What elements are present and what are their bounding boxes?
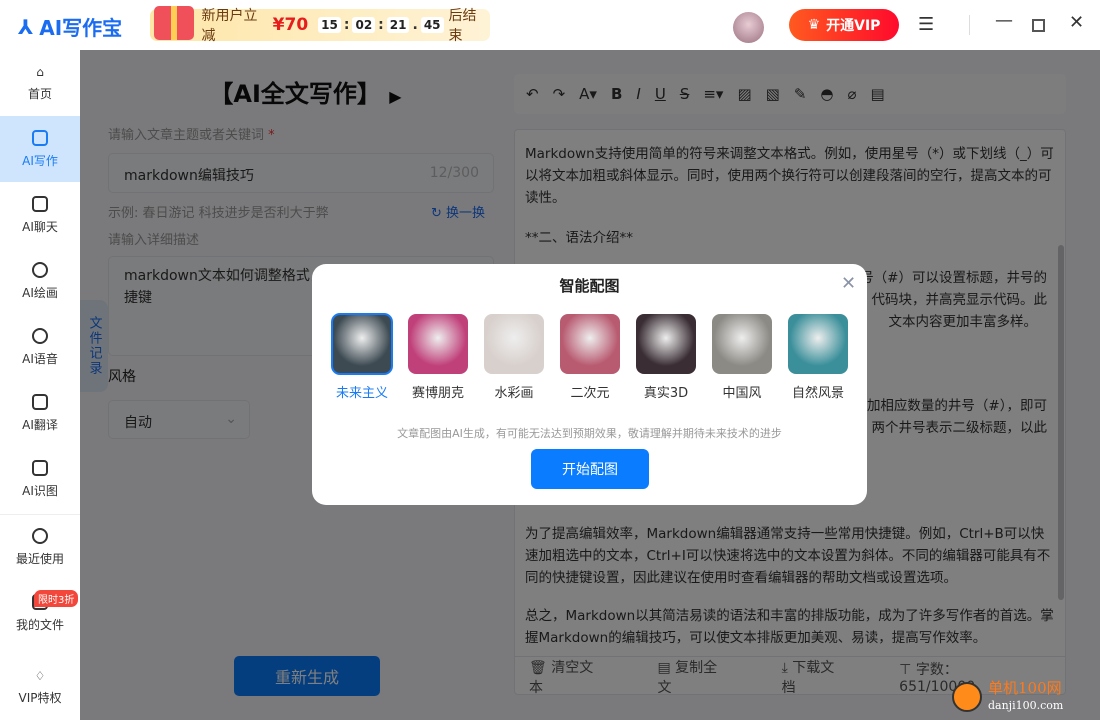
style-label: 赛博朋克 [411, 386, 464, 401]
sidebar-item-recent[interactable]: 最近使用 [0, 514, 80, 580]
close-icon[interactable]: ✕ [841, 273, 856, 294]
hamburger-icon[interactable]: ☰ [918, 14, 934, 35]
style-label: 中国风 [722, 386, 762, 401]
sidebar-item-ai-image-recognition[interactable]: AI识图 [0, 446, 80, 512]
style-option[interactable]: 水彩画 [482, 314, 546, 401]
style-thumbnail [788, 314, 848, 374]
app-logo: ⅄ AI写作宝 [18, 14, 123, 41]
style-label: 真实3D [643, 386, 689, 401]
edit-icon [32, 129, 48, 146]
sidebar-item-ai-writing[interactable]: AI写作 [0, 116, 80, 182]
style-label: 未来主义 [335, 386, 388, 401]
vip-discount-badge: 限时3折 [34, 590, 79, 607]
history-icon [32, 527, 48, 544]
style-label: 二次元 [570, 386, 610, 401]
dialog-note: 文章配图由AI生成，有可能无法达到预期效果，敬请理解并期待未来技术的进步 [397, 427, 782, 440]
sidebar-item-home[interactable]: ⌂ 首页 [0, 50, 80, 116]
chat-icon [32, 195, 48, 212]
style-option[interactable]: 自然风景 [786, 314, 850, 401]
style-label: 水彩画 [494, 386, 534, 401]
sidebar-item-ai-painting[interactable]: AI绘画 [0, 248, 80, 314]
watermark-logo-icon [952, 682, 982, 712]
style-option[interactable]: 未来主义 [330, 313, 394, 401]
logo-icon: ⅄ [18, 14, 34, 39]
style-thumbnail [560, 314, 620, 374]
gift-icon [154, 6, 194, 40]
palette-icon [32, 261, 48, 278]
style-option[interactable]: 赛博朋克 [406, 314, 470, 401]
sidebar-item-ai-chat[interactable]: AI聊天 [0, 182, 80, 248]
avatar[interactable] [733, 12, 764, 43]
start-image-button[interactable]: 开始配图 [531, 449, 649, 489]
dialog-title: 智能配图 [559, 277, 620, 295]
style-thumbnail [331, 313, 393, 375]
sidebar-item-vip[interactable]: ♢ VIP特权 [0, 654, 80, 720]
image-recognize-icon [32, 459, 48, 476]
style-thumbnail [408, 314, 468, 374]
top-bar: ⅄ AI写作宝 新用户立减 ¥70 15: 02: 21. 45 后结束 ♛ 开通VI… [0, 0, 1100, 50]
promo-banner[interactable]: 新用户立减 ¥70 15: 02: 21. 45 后结束 [150, 6, 490, 44]
smart-image-dialog: 智能配图 ✕ 未来主义 赛博朋克 水彩画 二次元 真实3D 中国风 自然风景 文章配图由AI… [312, 264, 867, 505]
style-option[interactable]: 中国风 [710, 314, 774, 401]
style-thumbnail [712, 314, 772, 374]
style-thumbnail [636, 314, 696, 374]
divider [969, 15, 970, 35]
style-option[interactable]: 二次元 [558, 314, 622, 401]
translate-icon [32, 393, 48, 410]
style-label: 自然风景 [791, 386, 844, 401]
maximize-icon[interactable] [1032, 19, 1045, 32]
crown-icon: ♛ [807, 17, 821, 33]
open-vip-button[interactable]: ♛ 开通VIP [789, 9, 899, 41]
vip-icon: ♢ [34, 668, 46, 683]
voice-icon [32, 327, 48, 344]
sidebar: ⌂ 首页 AI写作 AI聊天 AI绘画 AI语音 AI翻译 AI识图 最近使用 我… [0, 50, 80, 720]
watermark: 单机100网 danji100.com [952, 680, 1063, 714]
sidebar-item-ai-translate[interactable]: AI翻译 [0, 380, 80, 446]
promo-price: ¥70 [272, 15, 309, 35]
home-icon: ⌂ [36, 64, 44, 79]
close-icon[interactable]: ✕ [1069, 12, 1084, 33]
minimize-icon[interactable]: — [995, 10, 1013, 31]
style-option[interactable]: 真实3D [634, 314, 698, 401]
sidebar-item-ai-voice[interactable]: AI语音 [0, 314, 80, 380]
style-thumbnail [484, 314, 544, 374]
